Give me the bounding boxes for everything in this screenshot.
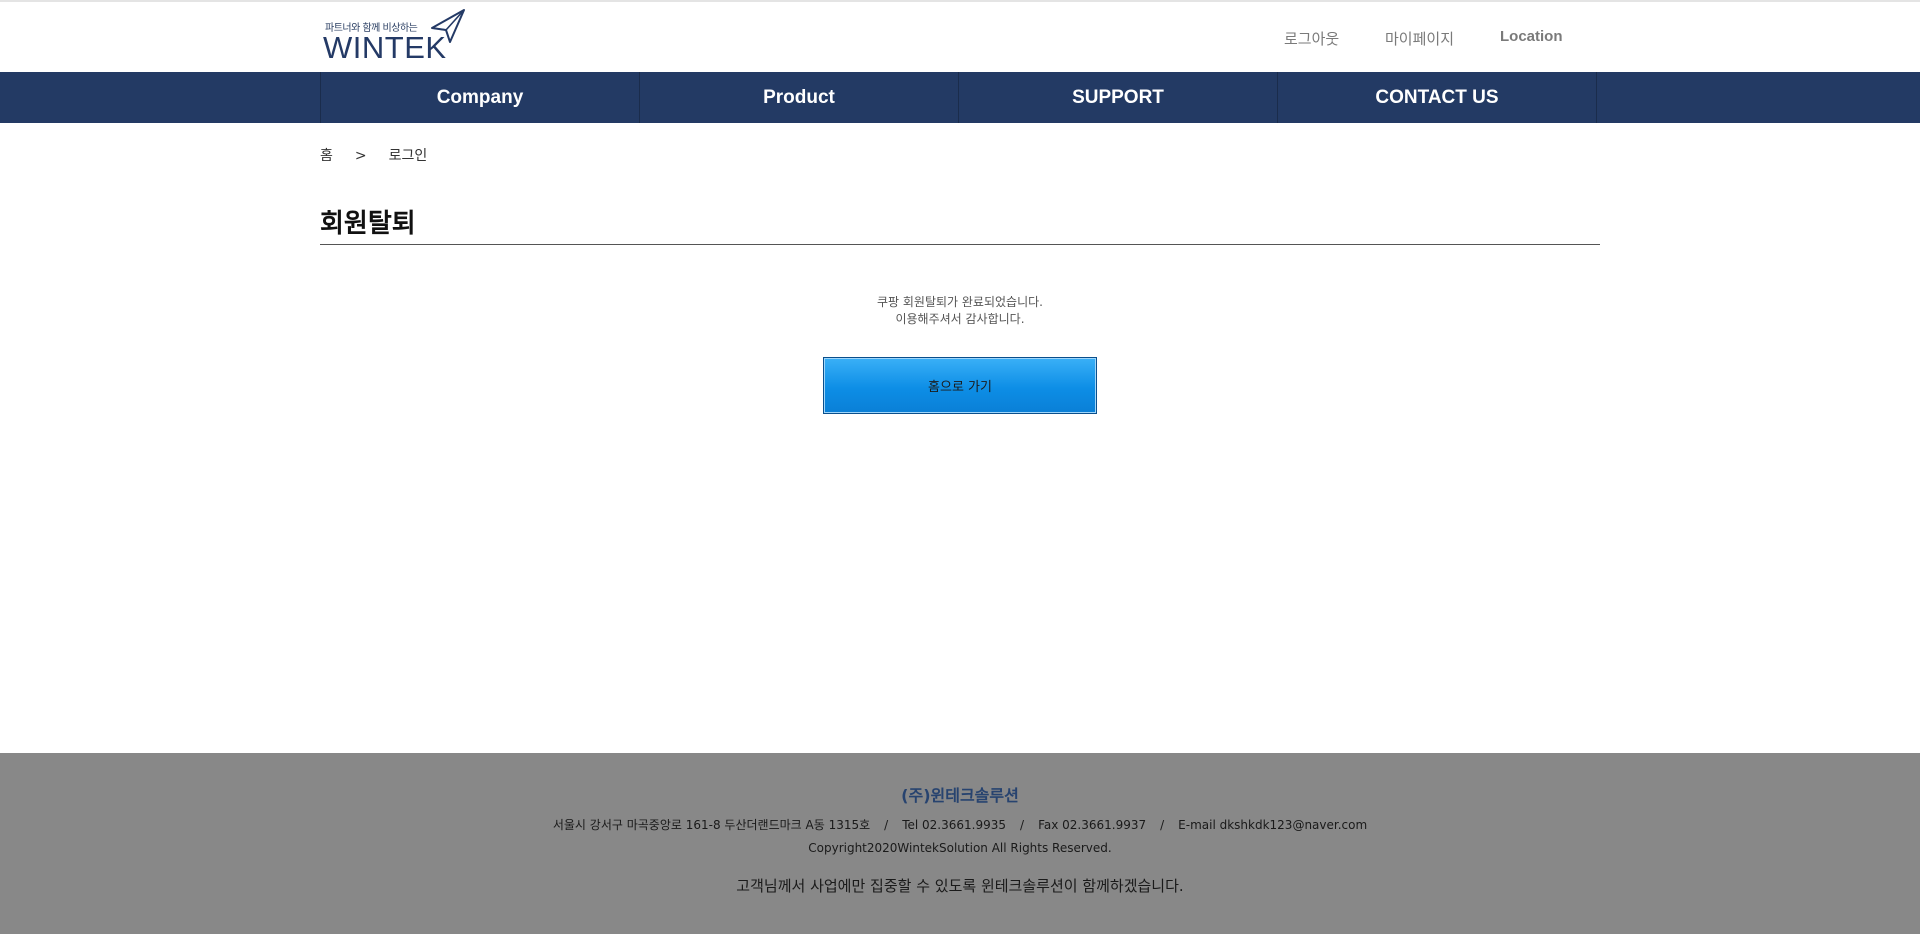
main-nav: Company Product SUPPORT CONTACT US (0, 72, 1920, 123)
title-divider (320, 244, 1600, 245)
nav-item-product[interactable]: Product (640, 72, 959, 123)
footer-contact-info: 서울시 강서구 마곡중앙로 161-8 두산더랜드마크 A동 1315호 / Tel… (0, 816, 1920, 833)
footer-fax: Fax 02.3661.9937 (1038, 818, 1147, 832)
footer-separator: / (884, 818, 889, 832)
footer-copyright: Copyright2020WintekSolution All Rights R… (808, 841, 1112, 855)
nav-item-support[interactable]: SUPPORT (959, 72, 1278, 123)
footer-tel: Tel 02.3661.9935 (902, 818, 1007, 832)
nav-item-company[interactable]: Company (321, 72, 640, 123)
paper-plane-icon (431, 9, 465, 43)
footer-separator: / (1020, 818, 1025, 832)
footer: (주)윈테크솔루션 서울시 강서구 마곡중앙로 161-8 두산더랜드마크 A동… (0, 753, 1920, 934)
footer-company: (주)윈테크솔루션 (901, 786, 1019, 805)
breadcrumb-home[interactable]: 홈 (320, 145, 333, 165)
mypage-link[interactable]: 마이페이지 (1385, 28, 1454, 49)
footer-address: 서울시 강서구 마곡중앙로 161-8 두산더랜드마크 A동 1315호 (552, 818, 871, 832)
footer-slogan: 고객님께서 사업에만 집중할 수 있도록 윈테크솔루션이 함께하겠습니다. (736, 877, 1184, 895)
message-line-1: 쿠팡 회원탈퇴가 완료되었습니다. (876, 295, 1043, 309)
nav-item-contact[interactable]: CONTACT US (1278, 72, 1597, 123)
message-line-2: 이용해주셔서 감사합니다. (895, 312, 1025, 326)
page-title: 회원탈퇴 (320, 209, 416, 239)
logo-brand: WINTEK (323, 30, 447, 65)
completion-message: 쿠팡 회원탈퇴가 완료되었습니다. 이용해주셔서 감사합니다. (0, 294, 1920, 328)
footer-email: E-mail dkshkdk123@naver.com (1178, 818, 1368, 832)
footer-separator: / (1160, 818, 1165, 832)
breadcrumb: 홈 > 로그인 (320, 145, 427, 165)
wintek-logo[interactable]: 파트너와 함께 비상하는 WINTEK (323, 8, 473, 65)
breadcrumb-separator: > (354, 148, 367, 164)
go-home-button[interactable]: 홈으로 가기 (823, 357, 1097, 414)
logout-link[interactable]: 로그아웃 (1284, 28, 1339, 49)
header: 파트너와 함께 비상하는 WINTEK 로그아웃 마이페이지 Location (0, 2, 1920, 72)
location-link[interactable]: Location (1500, 28, 1563, 45)
breadcrumb-current: 로그인 (388, 148, 428, 164)
